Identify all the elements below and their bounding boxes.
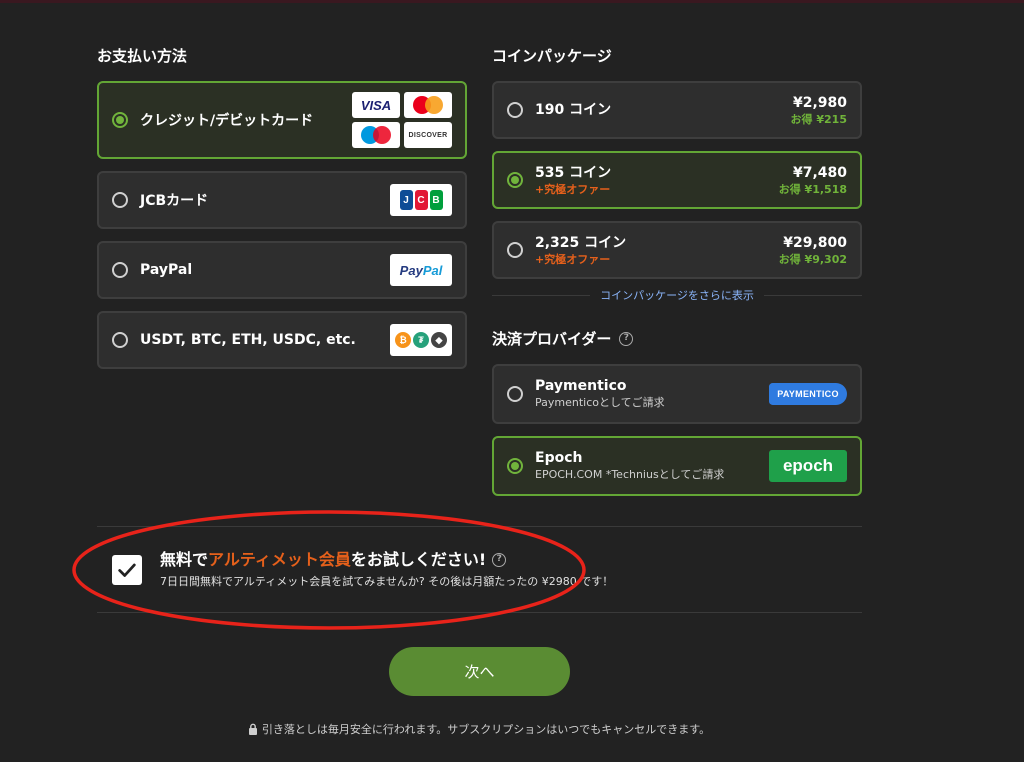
radio-package-535[interactable]: [507, 172, 523, 188]
provider-heading: 決済プロバイダー ?: [492, 327, 862, 351]
ethereum-icon: ◆: [431, 332, 447, 348]
provider-option-paymentico[interactable]: Paymentico Paymenticoとしてご請求 PAYMENTICO: [492, 364, 862, 424]
radio-crypto[interactable]: [112, 332, 128, 348]
provider-option-epoch[interactable]: Epoch EPOCH.COM *Techniusとしてご請求 epoch: [492, 436, 862, 496]
package-name: 2,325 コイン: [535, 234, 627, 251]
package-saving: お得 ¥9,302: [778, 252, 847, 266]
provider-name: Epoch: [535, 450, 583, 466]
visa-logo: VISA: [352, 92, 400, 118]
maestro-logo: [352, 122, 400, 148]
coin-package-535[interactable]: 535 コイン +究極オファー ¥7,480 お得 ¥1,518: [492, 151, 862, 209]
provider-billing-name: EPOCH.COM *Techniusとしてご請求: [535, 468, 725, 481]
help-icon[interactable]: ?: [619, 332, 634, 346]
radio-paypal[interactable]: [112, 262, 128, 278]
coin-package-section: コインパッケージ 190 コイン ¥2,980 お得 ¥215 535 コイン …: [492, 44, 862, 508]
payment-option-label: JCBカード: [140, 193, 209, 209]
package-saving: お得 ¥215: [790, 112, 847, 126]
package-price: ¥29,800: [783, 234, 847, 251]
mastercard-logo: [404, 92, 452, 118]
lock-icon: [248, 723, 258, 735]
footer-note: 引き落としは毎月安全に行われます。サブスクリプションはいつでもキャンセルできます…: [0, 721, 958, 737]
package-offer: +究極オファー: [535, 252, 611, 266]
radio-package-2325[interactable]: [507, 242, 523, 258]
payment-option-credit-card[interactable]: クレジット/デビットカード VISA DISCOVER: [97, 81, 467, 159]
crypto-logo: ₿ ₮ ◆: [390, 324, 452, 356]
radio-epoch[interactable]: [507, 458, 523, 474]
payment-method-heading: お支払い方法: [97, 47, 188, 65]
payment-option-label: クレジット/デビットカード: [140, 113, 314, 129]
payment-option-jcb[interactable]: JCBカード J C B: [97, 171, 467, 229]
radio-package-190[interactable]: [507, 102, 523, 118]
package-price: ¥7,480: [792, 164, 847, 181]
package-name: 190 コイン: [535, 102, 612, 118]
radio-paymentico[interactable]: [507, 386, 523, 402]
package-saving: お得 ¥1,518: [778, 182, 847, 196]
card-logos: VISA DISCOVER: [352, 92, 452, 148]
highlight-ellipse: [72, 510, 586, 630]
payment-option-paypal[interactable]: PayPal PayPal: [97, 241, 467, 299]
epoch-logo: epoch: [769, 450, 847, 482]
show-more-row: コインパッケージをさらに表示: [492, 287, 862, 303]
footer-text: 引き落としは毎月安全に行われます。サブスクリプションはいつでもキャンセルできます…: [261, 723, 711, 736]
jcb-logo: J C B: [390, 184, 452, 216]
provider-name: Paymentico: [535, 378, 627, 394]
provider-billing-name: Paymenticoとしてご請求: [535, 396, 665, 409]
radio-jcb[interactable]: [112, 192, 128, 208]
coin-package-heading: コインパッケージ: [492, 47, 612, 65]
package-name: 535 コイン: [535, 164, 612, 181]
coin-package-190[interactable]: 190 コイン ¥2,980 お得 ¥215: [492, 81, 862, 139]
payment-option-label: USDT, BTC, ETH, USDC, etc.: [140, 332, 356, 348]
package-offer: +究極オファー: [535, 182, 611, 196]
coin-package-2325[interactable]: 2,325 コイン +究極オファー ¥29,800 お得 ¥9,302: [492, 221, 862, 279]
payment-option-label: PayPal: [140, 262, 193, 278]
top-bar: [0, 0, 1024, 3]
next-button[interactable]: 次へ: [389, 647, 570, 696]
radio-credit-card[interactable]: [112, 112, 128, 128]
show-more-packages-link[interactable]: コインパッケージをさらに表示: [600, 287, 754, 303]
bitcoin-icon: ₿: [395, 332, 411, 348]
payment-option-crypto[interactable]: USDT, BTC, ETH, USDC, etc. ₿ ₮ ◆: [97, 311, 467, 369]
payment-method-section: お支払い方法 クレジット/デビットカード VISA DISCOVER JCBカー…: [97, 44, 467, 381]
paypal-logo: PayPal: [390, 254, 452, 286]
package-price: ¥2,980: [792, 94, 847, 111]
provider-heading-label: 決済プロバイダー: [492, 330, 612, 348]
tether-icon: ₮: [413, 332, 429, 348]
paymentico-logo: PAYMENTICO: [769, 383, 847, 405]
discover-logo: DISCOVER: [404, 122, 452, 148]
